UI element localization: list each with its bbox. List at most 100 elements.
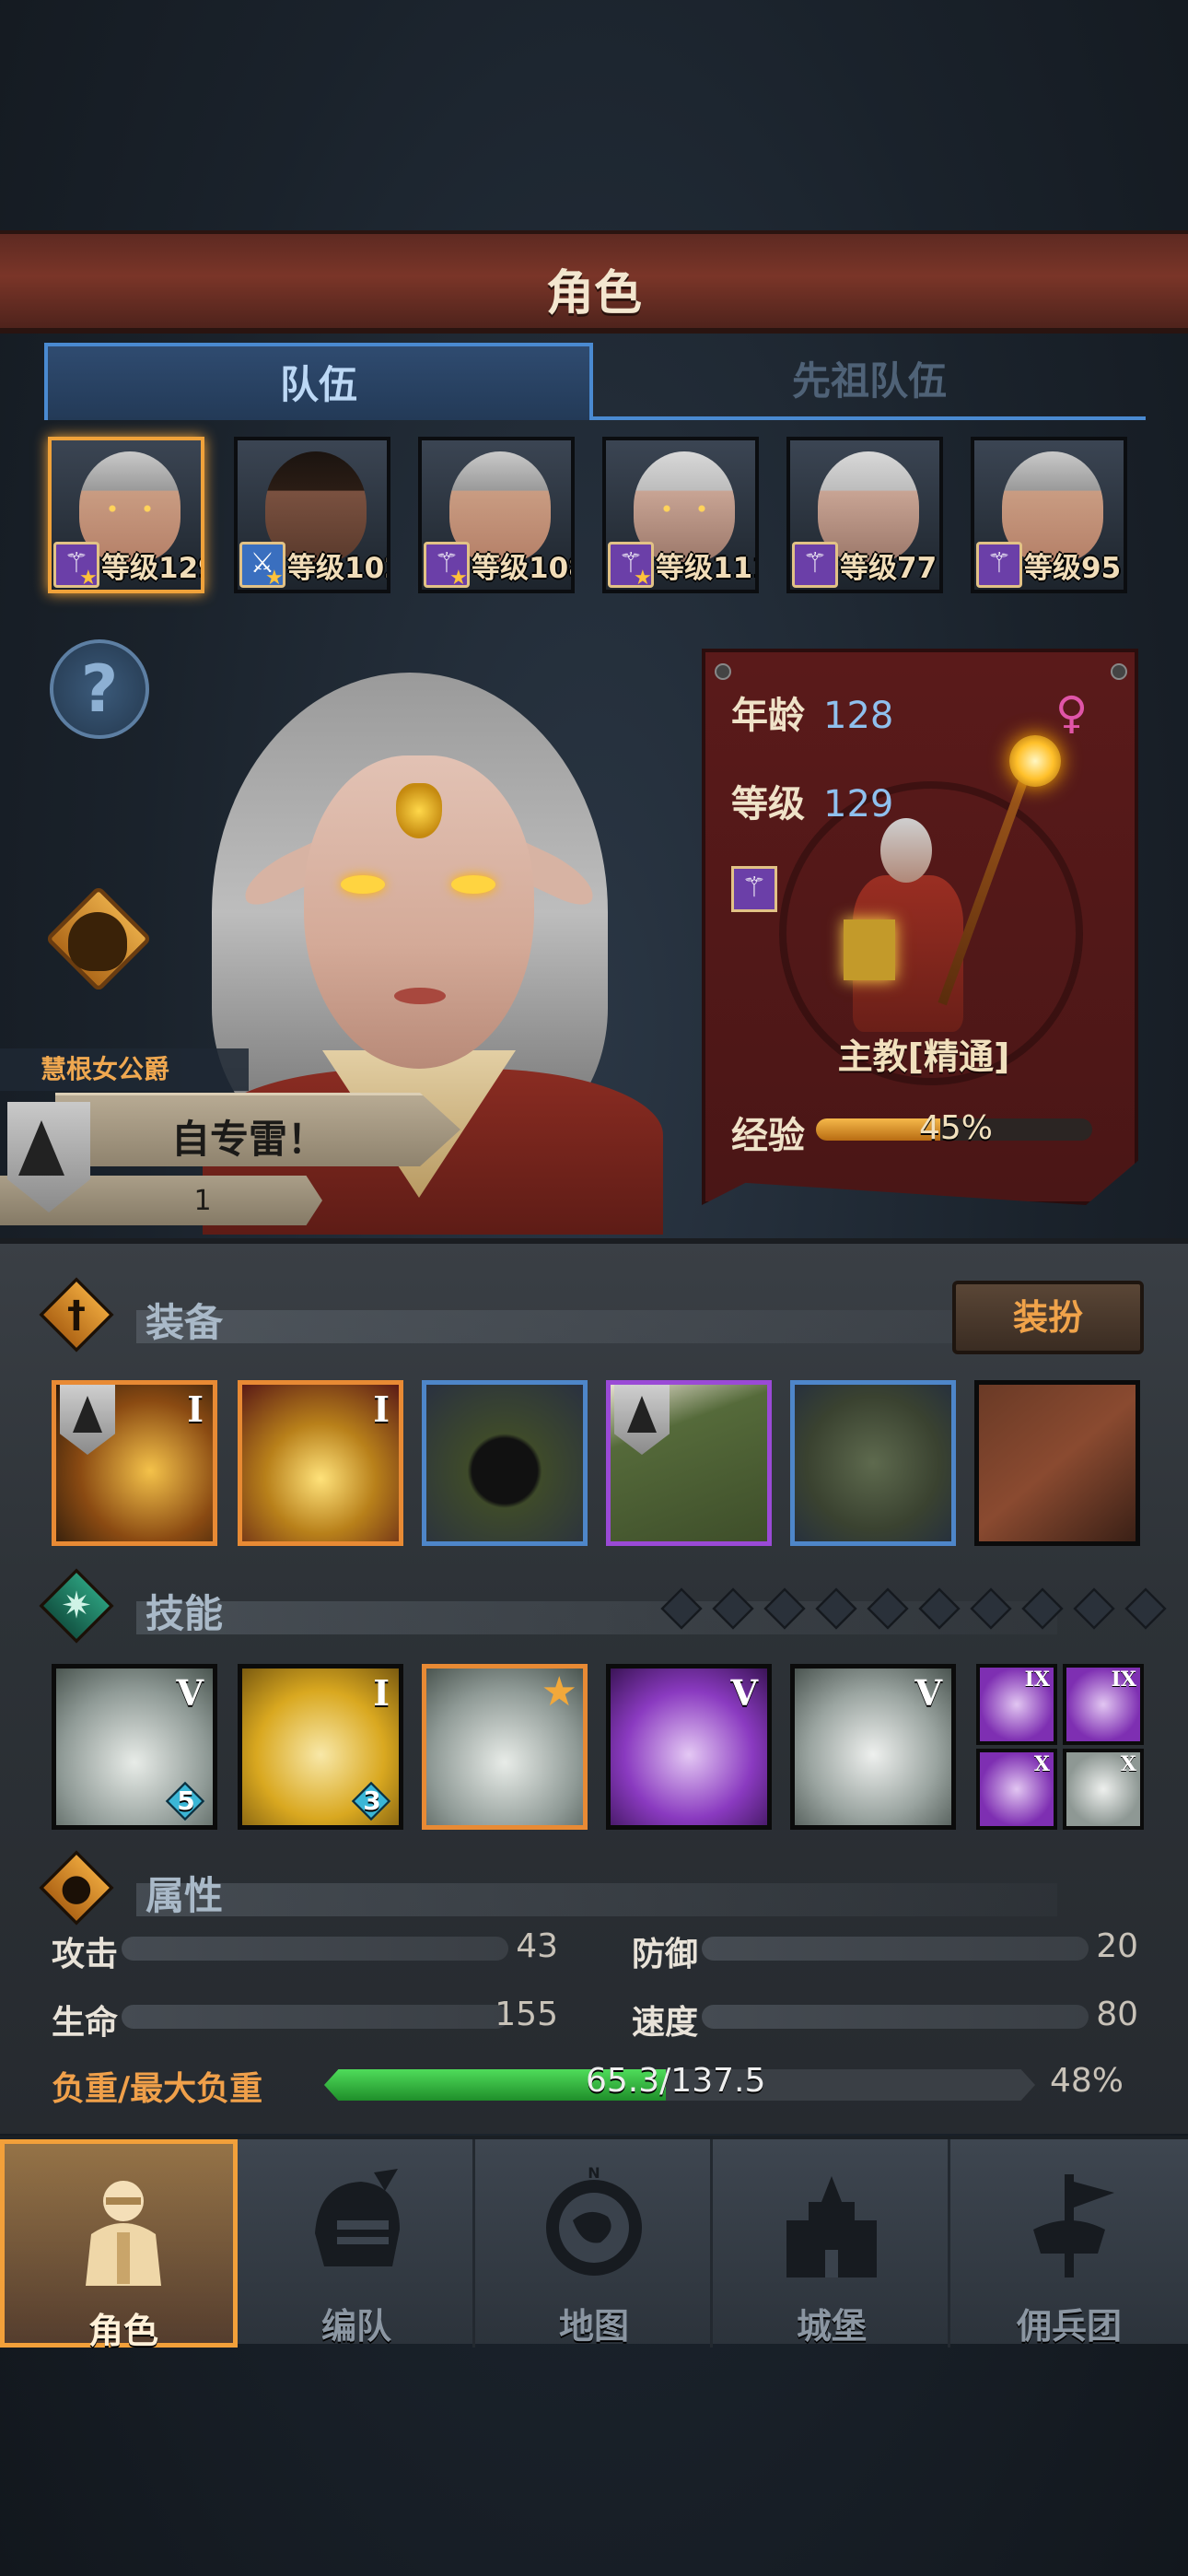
staff-class-icon: ⚚ (792, 542, 838, 588)
question-icon: ? (80, 651, 119, 727)
figure-head (880, 818, 932, 883)
skill-slot-5[interactable]: V (790, 1664, 956, 1830)
portrait-circlet (396, 783, 442, 838)
attack-row: 攻击 43 (52, 1924, 567, 1973)
passive-skill-1[interactable]: IX (976, 1664, 1057, 1745)
equip-slot-trinket[interactable] (974, 1380, 1140, 1546)
roster-member-6[interactable]: ⚚ 等级95 (971, 437, 1127, 593)
roster-member-4[interactable]: ⚚ ★ 等级111 (602, 437, 759, 593)
level-label: 等级 (731, 783, 805, 825)
defense-row: 防御 20 (632, 1924, 1147, 1973)
portrait-lips (394, 988, 446, 1004)
figure-book (844, 919, 895, 980)
passive-skill-4[interactable]: X (1063, 1749, 1144, 1830)
speed-value: 80 (1096, 1996, 1138, 2033)
dagger-icon: † (67, 1294, 86, 1336)
portrait-eyes (105, 505, 155, 512)
skill-point-pip (815, 1587, 857, 1630)
skill-slot-4[interactable]: V (606, 1664, 772, 1830)
name-plate[interactable]: 自专雷！ (55, 1093, 460, 1166)
skill-slot-1[interactable]: V 5 (52, 1664, 217, 1830)
star-icon: ★ (634, 567, 652, 590)
roster-member-5[interactable]: ⚚ 等级77 (786, 437, 943, 593)
equip-slot-feet[interactable] (790, 1380, 956, 1546)
attributes-title: 属性 (146, 1873, 224, 1918)
nav-label: 城堡 (796, 2306, 867, 2347)
skill-point-pip (918, 1587, 961, 1630)
tab-team[interactable]: 队伍 (44, 343, 593, 420)
hp-label: 生命 (52, 2004, 119, 2042)
roster-member-2[interactable]: ⚔ ★ 等级102 (234, 437, 390, 593)
passive-skill-2[interactable]: IX (1063, 1664, 1144, 1745)
person-icon: ● (60, 1867, 93, 1909)
book-icon (979, 1385, 1136, 1541)
skill-rank: IX (1024, 1668, 1050, 1692)
app-root: 角色 队伍 先祖队伍 ⚚ ★ 等级129 ⚔ ★ 等级102 ⚚ ★ 等级108 (0, 0, 1188, 2576)
equip-slot-weapon[interactable]: I (52, 1380, 217, 1546)
star-icon: ★ (79, 567, 98, 590)
class-figure (844, 818, 973, 1032)
bottom-nav: 角色 编队 N 地图 城堡 佣兵团 (0, 2136, 1188, 2351)
nav-castle[interactable]: 城堡 (713, 2139, 950, 2348)
roster-member-1[interactable]: ⚚ ★ 等级129 (48, 437, 204, 593)
equip-slot-offhand[interactable]: I (238, 1380, 403, 1546)
skill-rank: V (914, 1672, 942, 1714)
star-icon: ★ (449, 567, 468, 590)
hp-row: 生命 155 (52, 1992, 567, 2042)
skill-point-pip (1124, 1587, 1167, 1630)
nav-character[interactable]: 角色 (0, 2139, 238, 2351)
portrait-eyes (659, 505, 709, 512)
castle-icon (786, 2176, 877, 2277)
member-level: 等级108 (472, 552, 571, 585)
dress-up-button[interactable]: 装扮 (952, 1281, 1144, 1354)
skill-point-pip (1021, 1587, 1064, 1630)
mercenary-banner-icon (1033, 2174, 1114, 2277)
skill-rank: I (373, 1672, 390, 1714)
attack-label: 攻击 (52, 1936, 119, 1973)
skill-slot-2[interactable]: I 3 (238, 1664, 403, 1830)
tab-ancestor-team[interactable]: 先祖队伍 (593, 343, 1146, 420)
nav-mercenary[interactable]: 佣兵团 (950, 2139, 1188, 2348)
member-level: 等级111 (656, 552, 755, 585)
tier-numeral: I (187, 1388, 204, 1430)
hp-value: 155 (495, 1996, 558, 2033)
hp-bar (122, 2005, 508, 2029)
star-icon: ★ (541, 1669, 577, 1715)
equip-slot-head[interactable] (422, 1380, 588, 1546)
nav-label: 地图 (558, 2306, 629, 2347)
boots-icon (795, 1385, 951, 1541)
age-label: 年龄 (731, 695, 805, 737)
gem-count: 5 (177, 1786, 195, 1816)
member-level: 等级102 (287, 552, 387, 585)
skill-point-pip (660, 1587, 703, 1630)
staff-class-icon: ⚚ (731, 866, 777, 912)
skill-rank: V (730, 1672, 758, 1714)
team-tabs: 队伍 先祖队伍 (44, 343, 1146, 420)
burst-icon: ✷ (61, 1585, 92, 1627)
section-line (136, 1310, 1057, 1343)
portrait-eye-left (341, 875, 385, 894)
defense-bar (702, 1937, 1089, 1961)
skill-point-pip (970, 1587, 1012, 1630)
equip-slot-body[interactable] (606, 1380, 772, 1546)
attack-value: 43 (516, 1927, 558, 1965)
help-button[interactable]: ? (50, 639, 149, 739)
female-icon: ♀ (1055, 687, 1089, 739)
attack-bar (122, 1937, 508, 1961)
character-title: 慧根女公爵 (0, 1048, 249, 1091)
staff-orb (1009, 735, 1061, 787)
skill-rank: X (1033, 1752, 1050, 1776)
skill-point-pip (763, 1587, 806, 1630)
age-row: 年龄 128 (731, 685, 893, 739)
skill-rank: X (1120, 1752, 1136, 1776)
nav-label: 佣兵团 (1016, 2306, 1122, 2347)
passive-skill-3[interactable]: X (976, 1749, 1057, 1830)
equipment-title: 装备 (146, 1300, 224, 1345)
skill-rank: V (176, 1672, 204, 1714)
pin-icon (715, 663, 731, 680)
nav-formation[interactable]: 编队 (238, 2139, 475, 2348)
nav-map[interactable]: N 地图 (475, 2139, 713, 2348)
roster-member-3[interactable]: ⚚ ★ 等级108 (418, 437, 575, 593)
member-level: 等级77 (840, 552, 938, 585)
skill-slot-3[interactable]: ★ (422, 1664, 588, 1830)
